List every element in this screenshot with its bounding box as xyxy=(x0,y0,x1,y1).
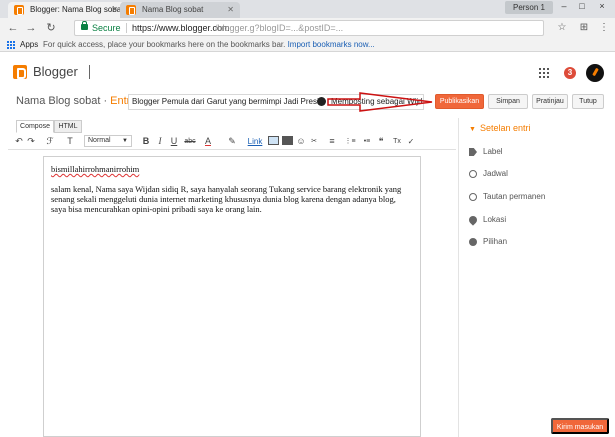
insert-image-icon[interactable] xyxy=(268,136,279,145)
post-settings-panel: ▼ Setelan entri Label Jadwal Tautan perma… xyxy=(460,118,615,437)
quote-icon[interactable]: ❝ xyxy=(376,136,386,147)
send-feedback-button[interactable]: Kirim masukan xyxy=(551,418,609,434)
tag-icon xyxy=(469,148,477,156)
author-avatar-icon xyxy=(317,97,326,106)
redo-icon[interactable]: ↷ xyxy=(26,136,36,147)
browser-tab-blogger[interactable]: Blogger: Nama Blog sobat ✕ xyxy=(8,2,124,18)
close-tab-icon[interactable]: ✕ xyxy=(111,2,118,17)
post-body-text[interactable]: bismillahirrohmanirrohim salam kenal, Na… xyxy=(51,164,411,224)
post-settings-heading[interactable]: ▼ Setelan entri xyxy=(469,123,530,133)
blogger-favicon-icon xyxy=(14,5,24,15)
secure-label: Secure xyxy=(92,23,121,33)
post-settings-heading-label: Setelan entri xyxy=(479,123,531,133)
post-title-value: Blogger Pemula dari Garut yang bermimpi … xyxy=(132,97,324,106)
menu-kebab-icon[interactable]: ⋮ xyxy=(598,22,610,34)
browser-tab-strip: Blogger: Nama Blog sobat ✕ Nama Blog sob… xyxy=(0,0,615,18)
bookmarks-message: For quick access, place your bookmarks h… xyxy=(43,40,286,49)
preview-button[interactable]: Pratinjau xyxy=(532,94,568,109)
clock-icon xyxy=(469,170,477,178)
close-window-icon[interactable]: × xyxy=(594,0,610,14)
settings-item-text: Tautan permanen xyxy=(483,192,546,201)
tab-title: Blogger: Nama Blog sobat xyxy=(30,5,124,14)
import-bookmarks-link[interactable]: Import bookmarks now... xyxy=(288,40,375,49)
editor-toolbar: ↶ ↷ ℱ T Normal ▼ B I U abc A ✎ Link ☺ ✂ … xyxy=(8,134,456,150)
underline-button[interactable]: U xyxy=(169,136,179,147)
bold-button[interactable]: B xyxy=(141,136,151,147)
reload-icon[interactable]: ↻ xyxy=(44,21,58,35)
align-icon[interactable]: ≡ xyxy=(326,136,338,147)
clear-formatting-icon[interactable]: Tx xyxy=(390,136,404,147)
post-body-paragraph: salam kenal, Nama saya Wijdan sidiq R, s… xyxy=(51,184,402,214)
font-size-icon[interactable]: T xyxy=(64,136,76,147)
header-divider xyxy=(89,65,90,79)
bookmarks-hint: For quick access, place your bookmarks h… xyxy=(43,38,375,51)
url-path-text: /blogger.g?blogID=...&postID=... xyxy=(215,23,344,33)
blogger-favicon-icon xyxy=(126,5,136,15)
save-button[interactable]: Simpan xyxy=(488,94,528,109)
minimize-icon[interactable]: – xyxy=(556,0,572,14)
posting-as-hint: Memposting sebagai Wijdan xyxy=(331,97,424,106)
blog-breadcrumb: Nama Blog sobat · Entri xyxy=(16,95,133,107)
bulleted-list-icon[interactable]: •≡ xyxy=(360,136,374,147)
insert-video-icon[interactable] xyxy=(282,136,293,145)
blogger-logo-icon[interactable] xyxy=(13,65,27,79)
insert-link-button[interactable]: Link xyxy=(247,136,263,147)
url-input[interactable]: Secure https://www.blogger.com /blogger.… xyxy=(74,20,544,36)
settings-item-text: Pilihan xyxy=(483,237,508,246)
post-title-bar: Nama Blog sobat · Entri Blogger Pemula d… xyxy=(0,89,615,115)
highlight-color-button[interactable]: ✎ xyxy=(225,136,239,147)
lock-icon xyxy=(81,21,88,30)
apps-link[interactable]: Apps xyxy=(20,38,38,51)
bookmarks-bar: Apps For quick access, place your bookma… xyxy=(0,38,615,52)
chevron-down-icon: ▼ xyxy=(122,138,128,144)
strikethrough-button[interactable]: abc xyxy=(182,136,198,147)
tab-title: Nama Blog sobat xyxy=(142,5,204,14)
settings-item-text: Label xyxy=(483,147,503,156)
post-body-first-line: bismillahirrohmanirrohim xyxy=(51,164,140,174)
avatar[interactable] xyxy=(586,64,604,82)
numbered-list-icon[interactable]: ⋮≡ xyxy=(343,136,357,147)
google-apps-icon[interactable] xyxy=(539,68,549,78)
chevron-down-icon: ▼ xyxy=(469,126,476,133)
blog-name: Nama Blog sobat xyxy=(16,95,101,107)
notification-badge[interactable]: 3 xyxy=(564,67,576,79)
insert-emoji-icon[interactable]: ☺ xyxy=(296,136,306,147)
italic-button[interactable]: I xyxy=(155,136,165,147)
settings-item-text: Lokasi xyxy=(483,215,507,224)
link-icon xyxy=(469,193,477,201)
tab-compose[interactable]: Compose xyxy=(16,120,54,133)
extensions-icon[interactable]: ⊞ xyxy=(578,22,590,34)
browser-tab-blog[interactable]: Nama Blog sobat ✕ xyxy=(120,2,240,18)
url-separator xyxy=(126,23,127,33)
tab-html[interactable]: HTML xyxy=(54,120,82,133)
forward-icon[interactable]: → xyxy=(24,21,38,35)
profile-button[interactable]: Person 1 xyxy=(505,1,553,14)
post-body-editor[interactable]: bismillahirrohmanirrohim salam kenal, Na… xyxy=(43,156,421,437)
maximize-icon[interactable]: □ xyxy=(574,0,590,14)
sidebar-divider xyxy=(458,118,459,437)
blogger-header: Blogger 3 xyxy=(0,53,615,89)
back-icon[interactable]: ← xyxy=(6,21,20,35)
spellcheck-icon[interactable]: ✓ xyxy=(406,136,416,147)
paragraph-format-select[interactable]: Normal ▼ xyxy=(84,135,132,147)
publish-button[interactable]: Publikasikan xyxy=(435,94,484,109)
jump-break-icon[interactable]: ✂ xyxy=(309,136,319,147)
settings-item-text: Jadwal xyxy=(483,169,508,178)
undo-icon[interactable]: ↶ xyxy=(14,136,24,147)
blogger-wordmark[interactable]: Blogger xyxy=(33,64,78,79)
address-bar-row: ← → ↻ Secure https://www.blogger.com /bl… xyxy=(0,18,615,38)
post-title-input[interactable]: Blogger Pemula dari Garut yang bermimpi … xyxy=(128,94,424,110)
text-color-button[interactable]: A xyxy=(201,136,215,147)
apps-grid-icon[interactable] xyxy=(7,41,15,49)
bookmark-star-icon[interactable]: ☆ xyxy=(556,22,568,34)
location-pin-icon xyxy=(467,214,479,226)
font-family-icon[interactable]: ℱ xyxy=(44,136,56,147)
format-select-value: Normal xyxy=(88,137,111,144)
gear-icon xyxy=(469,238,477,246)
close-button[interactable]: Tutup xyxy=(572,94,604,109)
close-tab-icon[interactable]: ✕ xyxy=(227,2,234,17)
